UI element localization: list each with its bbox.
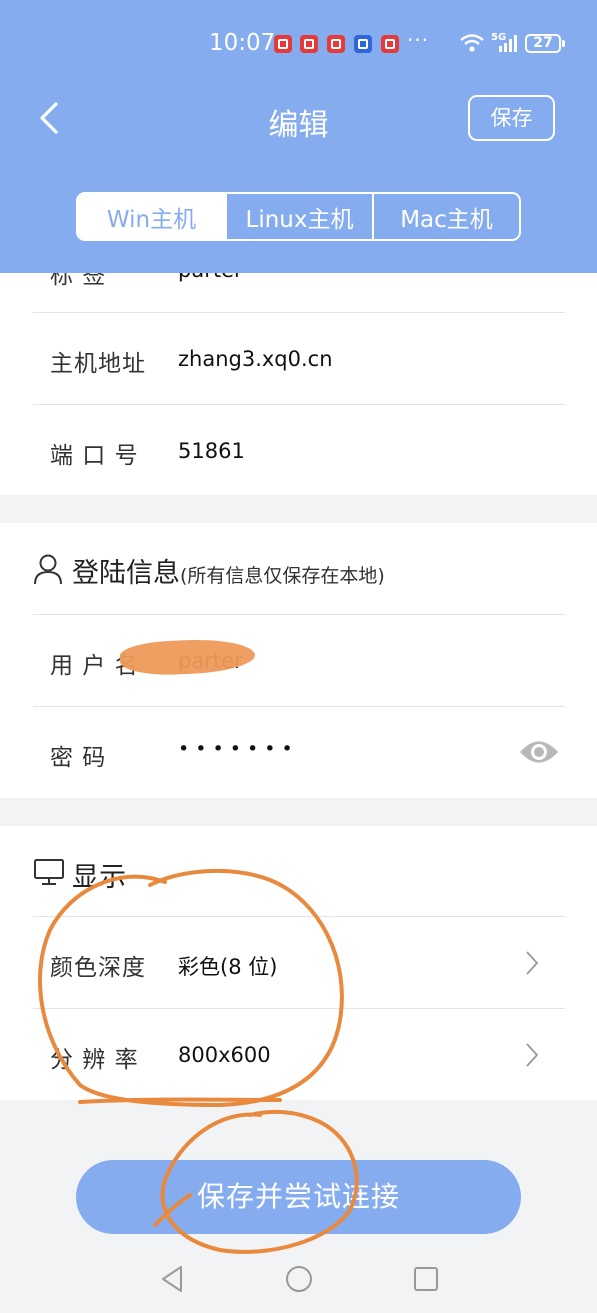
- signal-icon: [499, 35, 517, 52]
- tab-win[interactable]: Win主机: [78, 194, 227, 239]
- more-notifications: ···: [407, 28, 430, 52]
- status-time: 10:07: [209, 30, 276, 56]
- battery-tip: [562, 40, 565, 47]
- user-icon: [34, 554, 62, 585]
- host-address-row[interactable]: 主机地址 zhang3.xq0.cn: [33, 312, 565, 404]
- login-subtitle: (所有信息仅保存在本地): [180, 565, 385, 587]
- color-depth-label: 颜色深度: [50, 955, 146, 981]
- notification-book-icon-2: [381, 35, 399, 53]
- host-type-tabs: Win主机 Linux主机 Mac主机: [76, 192, 521, 241]
- back-button[interactable]: [36, 98, 66, 138]
- tab-mac[interactable]: Mac主机: [374, 194, 519, 239]
- username-row[interactable]: 用 户 名 parter: [33, 614, 565, 706]
- resolution-value: 800x600: [178, 1043, 271, 1067]
- color-depth-value: 彩色(8 位): [178, 955, 278, 979]
- display-section-title: 显示: [72, 862, 126, 893]
- login-title-text: 登陆信息: [72, 558, 180, 589]
- notification-app-icon: [274, 35, 292, 53]
- password-value[interactable]: • • • • • • •: [178, 738, 293, 760]
- chevron-right-icon: [526, 951, 539, 975]
- login-section: 登陆信息(所有信息仅保存在本地) 用 户 名 parter 密 码 • • • …: [0, 523, 597, 798]
- host-address-value[interactable]: zhang3.xq0.cn: [178, 347, 333, 371]
- display-section: 显示 颜色深度 彩色(8 位) 分 辨 率 800x600: [0, 826, 597, 1100]
- save-button[interactable]: 保存: [468, 95, 555, 141]
- notification-book-icon: [300, 35, 318, 53]
- eye-icon[interactable]: [518, 737, 560, 767]
- app-header: 10:07 ··· 5G 27 编辑 保存 Win主机 Linux主机 Mac主…: [0, 0, 597, 273]
- nav-back-icon[interactable]: [159, 1264, 185, 1294]
- chevron-right-icon: [526, 1043, 539, 1067]
- resolution-label: 分 辨 率: [50, 1047, 139, 1073]
- password-row[interactable]: 密 码 • • • • • • •: [33, 706, 565, 798]
- color-depth-row[interactable]: 颜色深度 彩色(8 位): [33, 916, 565, 1008]
- nav-recents-icon[interactable]: [412, 1264, 440, 1294]
- save-and-connect-button[interactable]: 保存并尝试连接: [76, 1160, 521, 1234]
- port-row[interactable]: 端 口 号 51861: [33, 404, 565, 495]
- nav-home-icon[interactable]: [284, 1264, 314, 1294]
- port-value[interactable]: 51861: [178, 439, 245, 463]
- monitor-icon: [34, 859, 64, 885]
- notification-news-icon: [327, 35, 345, 53]
- resolution-row[interactable]: 分 辨 率 800x600: [33, 1008, 565, 1100]
- password-label: 密 码: [50, 745, 107, 771]
- back-arrow-icon: [40, 102, 58, 134]
- wifi-icon: [460, 34, 484, 52]
- notification-bulb-icon: [354, 35, 372, 53]
- port-label: 端 口 号: [50, 443, 139, 469]
- login-section-title: 登陆信息(所有信息仅保存在本地): [72, 551, 385, 590]
- battery-indicator: 27: [525, 34, 561, 53]
- host-address-label: 主机地址: [50, 351, 146, 377]
- status-bar: 10:07 ··· 5G 27: [0, 0, 597, 86]
- tab-linux[interactable]: Linux主机: [227, 194, 374, 239]
